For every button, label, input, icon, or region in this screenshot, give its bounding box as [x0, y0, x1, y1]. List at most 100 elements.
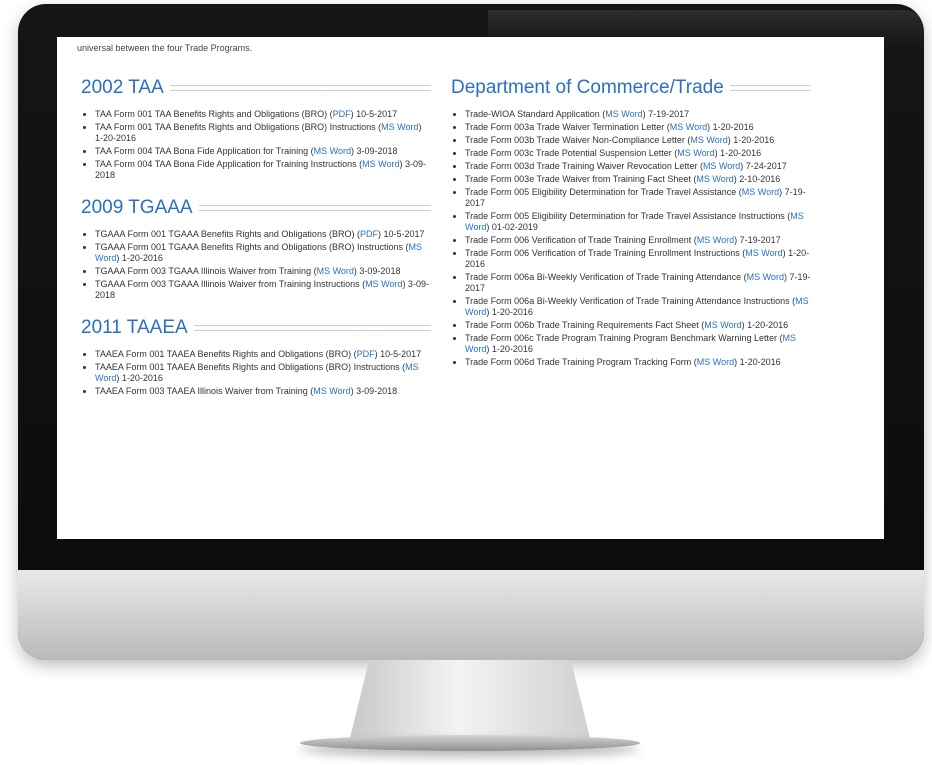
section-heading: 2002 TAA: [81, 77, 431, 99]
form-name: TAAEA Form 001 TAAEA Benefits Rights and…: [95, 362, 406, 372]
form-name: Trade Form 006 Verification of Trade Tra…: [465, 248, 746, 258]
download-link[interactable]: MS Word: [742, 187, 779, 197]
form-date: ) 10-5-2017: [377, 229, 425, 239]
download-link[interactable]: MS Word: [362, 159, 399, 169]
download-link[interactable]: MS Word: [381, 122, 418, 132]
download-link[interactable]: MS Word: [747, 272, 784, 282]
form-date: ) 10-5-2017: [350, 109, 398, 119]
list-item: TAA Form 004 TAA Bona Fide Application f…: [95, 159, 431, 181]
form-name: TGAAA Form 003 TGAAA Illinois Waiver fro…: [95, 266, 317, 276]
form-name: TAAEA Form 003 TAAEA Illinois Waiver fro…: [95, 386, 314, 396]
list-item: Trade Form 006 Verification of Trade Tra…: [465, 235, 811, 246]
form-date: ) 1-20-2016: [727, 135, 775, 145]
download-link[interactable]: MS Word: [317, 266, 354, 276]
download-link[interactable]: MS Word: [313, 386, 350, 396]
form-list: TAAEA Form 001 TAAEA Benefits Rights and…: [81, 349, 431, 397]
list-item: Trade Form 003b Trade Waiver Non-Complia…: [465, 135, 811, 146]
list-item: Trade Form 006c Trade Program Training P…: [465, 333, 811, 355]
form-name: Trade Form 005 Eligibility Determination…: [465, 187, 742, 197]
form-date: ) 1-20-2016: [116, 253, 163, 263]
section-title: Department of Commerce/Trade: [451, 77, 724, 98]
list-item: TGAAA Form 003 TGAAA Illinois Waiver fro…: [95, 279, 431, 301]
form-name: Trade Form 003e Trade Waiver from Traini…: [465, 174, 697, 184]
section: Department of Commerce/Trade Trade-WIOA S…: [451, 77, 811, 368]
section: 2009 TGAAA TGAAA Form 001 TGAAA Benefits …: [81, 197, 431, 301]
download-link[interactable]: PDF: [357, 349, 375, 359]
form-name: Trade Form 006d Trade Training Program T…: [465, 357, 697, 367]
form-date: ) 1-20-2016: [734, 357, 781, 367]
list-item: Trade Form 006d Trade Training Program T…: [465, 357, 811, 368]
form-name: Trade Form 006a Bi-Weekly Verification o…: [465, 296, 796, 306]
download-link[interactable]: MS Word: [745, 248, 782, 258]
list-item: TAAEA Form 003 TAAEA Illinois Waiver fro…: [95, 386, 431, 397]
form-name: Trade Form 006c Trade Program Training P…: [465, 333, 783, 343]
list-item: Trade Form 003a Trade Waiver Termination…: [465, 122, 811, 133]
form-list: Trade-WIOA Standard Application (MS Word…: [451, 109, 811, 368]
download-link[interactable]: MS Word: [704, 320, 741, 330]
list-item: TAA Form 001 TAA Benefits Rights and Obl…: [95, 122, 431, 144]
list-item: Trade Form 005 Eligibility Determination…: [465, 211, 811, 233]
form-date: ) 3-09-2018: [353, 266, 401, 276]
form-name: TAAEA Form 001 TAAEA Benefits Rights and…: [95, 349, 357, 359]
form-date: ) 01-02-2019: [486, 222, 538, 232]
section-divider: [729, 85, 811, 91]
form-date: ) 10-5-2017: [374, 349, 422, 359]
download-link[interactable]: MS Word: [696, 174, 733, 184]
section: 2002 TAA TAA Form 001 TAA Benefits Rights…: [81, 77, 431, 181]
form-date: ) 1-20-2016: [486, 307, 533, 317]
list-item: Trade-WIOA Standard Application (MS Word…: [465, 109, 811, 120]
form-date: ) 3-09-2018: [350, 146, 398, 156]
list-item: Trade Form 006a Bi-Weekly Verification o…: [465, 296, 811, 318]
section-divider: [193, 325, 431, 331]
form-name: Trade Form 006a Bi-Weekly Verification o…: [465, 272, 747, 282]
form-name: TAA Form 004 TAA Bona Fide Application f…: [95, 159, 363, 169]
list-item: Trade Form 003d Trade Training Waiver Re…: [465, 161, 811, 172]
section-title: 2009 TGAAA: [81, 197, 193, 218]
download-link[interactable]: MS Word: [314, 146, 351, 156]
download-link[interactable]: MS Word: [697, 235, 734, 245]
monitor-stand-base: [300, 735, 640, 751]
download-link[interactable]: MS Word: [365, 279, 402, 289]
list-item: TAA Form 004 TAA Bona Fide Application f…: [95, 146, 431, 157]
download-link[interactable]: PDF: [333, 109, 351, 119]
section-heading: 2011 TAAEA: [81, 317, 431, 339]
download-link[interactable]: PDF: [360, 229, 378, 239]
list-item: TAAEA Form 001 TAAEA Benefits Rights and…: [95, 349, 431, 360]
list-item: TGAAA Form 003 TGAAA Illinois Waiver fro…: [95, 266, 431, 277]
list-item: Trade Form 005 Eligibility Determination…: [465, 187, 811, 209]
form-date: ) 1-20-2016: [714, 148, 762, 158]
section-heading: 2009 TGAAA: [81, 197, 431, 219]
form-date: ) 2-10-2016: [733, 174, 781, 184]
form-name: Trade Form 003d Trade Training Waiver Re…: [465, 161, 703, 171]
section: 2011 TAAEA TAAEA Form 001 TAAEA Benefits …: [81, 317, 431, 397]
form-name: TAA Form 001 TAA Benefits Rights and Obl…: [95, 122, 382, 132]
download-link[interactable]: MS Word: [605, 109, 642, 119]
download-link[interactable]: MS Word: [703, 161, 740, 171]
form-name: Trade Form 006 Verification of Trade Tra…: [465, 235, 697, 245]
intro-text: universal between the four Trade Program…: [77, 43, 253, 53]
form-name: Trade Form 003a Trade Waiver Termination…: [465, 122, 670, 132]
form-date: ) 1-20-2016: [486, 344, 533, 354]
section-title: 2011 TAAEA: [81, 317, 188, 338]
right-column: Department of Commerce/Trade Trade-WIOA S…: [451, 77, 811, 384]
download-link[interactable]: MS Word: [677, 148, 714, 158]
download-link[interactable]: MS Word: [690, 135, 727, 145]
form-date: ) 7-24-2017: [740, 161, 787, 171]
list-item: Trade Form 003c Trade Potential Suspensi…: [465, 148, 811, 159]
form-name: Trade Form 003b Trade Waiver Non-Complia…: [465, 135, 691, 145]
list-item: TAA Form 001 TAA Benefits Rights and Obl…: [95, 109, 431, 120]
form-name: TAA Form 004 TAA Bona Fide Application f…: [95, 146, 314, 156]
form-date: ) 1-20-2016: [116, 373, 163, 383]
list-item: Trade Form 006a Bi-Weekly Verification o…: [465, 272, 811, 294]
form-list: TAA Form 001 TAA Benefits Rights and Obl…: [81, 109, 431, 181]
monitor-chin: [18, 570, 924, 660]
form-date: ) 7-19-2017: [734, 235, 781, 245]
left-column: 2002 TAA TAA Form 001 TAA Benefits Rights…: [81, 77, 431, 413]
section-divider: [198, 205, 431, 211]
download-link[interactable]: MS Word: [697, 357, 734, 367]
section-divider: [169, 85, 431, 91]
form-name: Trade Form 003c Trade Potential Suspensi…: [465, 148, 678, 158]
download-link[interactable]: MS Word: [670, 122, 707, 132]
form-date: ) 3-09-2018: [350, 386, 398, 396]
list-item: TGAAA Form 001 TGAAA Benefits Rights and…: [95, 242, 431, 264]
